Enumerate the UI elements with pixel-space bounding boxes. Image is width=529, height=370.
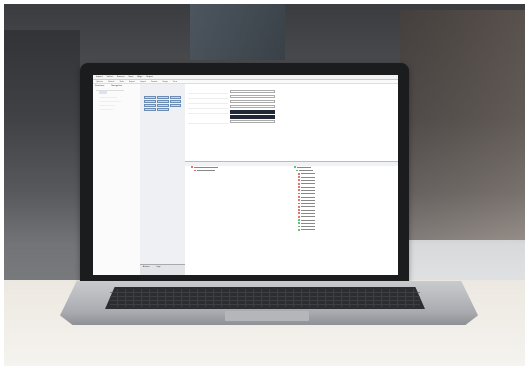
status-dot-icon <box>298 195 300 198</box>
background-shelf <box>400 10 529 240</box>
status-dot-icon <box>298 222 300 225</box>
color-field[interactable] <box>230 110 275 114</box>
menu-item[interactable]: Import <box>96 76 103 78</box>
menu-item[interactable]: Save <box>128 76 133 78</box>
structure-panel: Structure Navigation <box>93 84 141 275</box>
tab-actions[interactable]: Actions <box>143 266 150 268</box>
toolbar-item[interactable]: View <box>173 81 177 83</box>
toolbar-item[interactable]: Options <box>96 81 103 83</box>
grid-cell[interactable] <box>144 104 156 107</box>
toolbar-item[interactable]: Default <box>108 81 115 83</box>
status-dot-icon <box>298 225 300 228</box>
menu-item[interactable]: Process <box>117 76 125 78</box>
toolbar-item[interactable]: Export <box>129 81 135 83</box>
grid-cell[interactable] <box>144 100 156 103</box>
tab-navigation[interactable]: Navigation <box>109 84 124 87</box>
grid-cell[interactable] <box>170 100 181 103</box>
property-label <box>188 100 228 104</box>
status-dot-icon <box>298 212 300 215</box>
status-dot-icon <box>298 172 300 175</box>
status-dot-icon <box>298 186 300 188</box>
status-dot-icon <box>298 215 300 218</box>
menu-item[interactable]: Select <box>107 76 113 78</box>
list-item[interactable] <box>185 169 288 172</box>
tree-item[interactable] <box>99 106 113 110</box>
grid-cell[interactable] <box>144 96 156 99</box>
status-dot-icon <box>296 169 298 172</box>
grid-cell[interactable] <box>157 96 169 99</box>
property-label <box>188 95 228 99</box>
center-bottom-tabs: Actions Logs <box>140 264 185 275</box>
property-field[interactable] <box>230 120 275 123</box>
status-dot-icon <box>298 219 300 221</box>
layout-grid-panel: Actions Logs <box>140 84 186 275</box>
status-dot-icon <box>298 228 300 231</box>
grid-cell[interactable] <box>157 100 169 103</box>
grid-cell[interactable] <box>144 108 156 111</box>
property-label <box>188 90 228 94</box>
status-dot-icon <box>298 202 300 205</box>
status-dot-icon <box>294 166 296 169</box>
connections-pane <box>185 161 289 275</box>
background-wall <box>0 30 80 280</box>
list-item[interactable] <box>288 228 398 231</box>
menu-item[interactable]: Report <box>146 76 153 78</box>
status-dot-icon <box>298 176 300 178</box>
keyboard-keys <box>110 289 420 307</box>
property-field[interactable] <box>230 90 275 93</box>
status-dot-icon <box>191 166 193 169</box>
property-field[interactable] <box>230 100 275 103</box>
status-dot-icon <box>298 199 300 202</box>
status-dot-icon <box>298 182 300 185</box>
property-label <box>188 120 228 124</box>
menu-item[interactable]: Align <box>137 76 142 78</box>
grid-cell[interactable] <box>157 104 169 107</box>
trackpad <box>225 311 309 321</box>
status-dot-icon <box>298 179 300 182</box>
property-label <box>188 110 228 114</box>
property-field[interactable] <box>230 95 275 98</box>
property-field[interactable] <box>230 105 275 108</box>
properties-panel <box>185 84 398 161</box>
status-dot-icon <box>298 192 300 195</box>
status-dot-icon <box>194 169 196 172</box>
laptop-screen: Import Select Process Save Align Report … <box>93 75 398 275</box>
toolbar-item[interactable]: Format <box>151 81 157 83</box>
color-field[interactable] <box>230 115 275 119</box>
grid-cell[interactable] <box>170 96 181 99</box>
toolbar-item[interactable]: Layout <box>140 81 146 83</box>
groups-pane <box>288 161 398 275</box>
background-window <box>190 0 285 60</box>
property-label <box>188 105 228 109</box>
grid-cell[interactable] <box>157 108 169 111</box>
status-dot-icon <box>298 189 300 192</box>
status-dot-icon <box>298 205 300 208</box>
toolbar-item[interactable]: Tools <box>120 81 124 83</box>
tab-logs[interactable]: Logs <box>156 266 160 268</box>
status-dot-icon <box>298 209 300 211</box>
toolbar-item[interactable]: Group <box>162 81 167 83</box>
grid-cell[interactable] <box>170 104 181 107</box>
tab-structure[interactable]: Structure <box>93 84 106 87</box>
